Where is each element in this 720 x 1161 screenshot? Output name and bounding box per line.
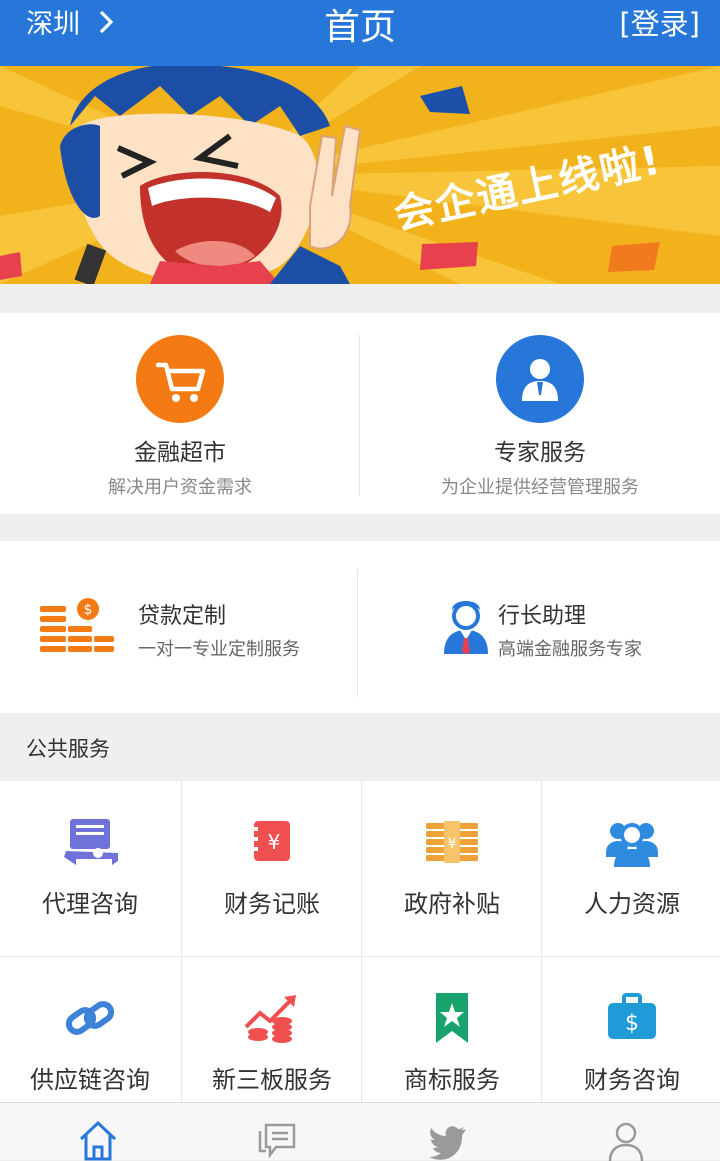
manager-icon — [444, 601, 488, 654]
expert-service-card[interactable]: 专家服务 为企业提供经营管理服务 — [360, 313, 720, 514]
grid-label: 财务咨询 — [584, 1066, 680, 1094]
svg-text:¥: ¥ — [268, 830, 281, 854]
shopping-cart-icon — [136, 335, 224, 423]
card-subtitle: 为企业提供经营管理服务 — [441, 477, 639, 498]
home-icon[interactable] — [78, 1119, 118, 1161]
message-icon[interactable] — [258, 1119, 298, 1161]
svg-text:$: $ — [84, 602, 93, 618]
money-stack-icon: $ — [40, 598, 114, 652]
top-bar: 深圳 首页 [登录] — [0, 0, 720, 66]
item-subtitle: 高端金融服务专家 — [498, 639, 642, 660]
feature-cards: 金融超市 解决用户资金需求 专家服务 为企业提供经营管理服务 — [0, 313, 720, 514]
section-title: 公共服务 — [26, 737, 110, 761]
money-bag-icon: $ — [608, 993, 656, 1039]
public-services-header: 公共服务 — [0, 713, 720, 781]
agent-consult-icon — [64, 819, 118, 865]
card-title: 金融超市 — [134, 440, 226, 466]
card-title: 专家服务 — [494, 440, 586, 466]
finance-market-card[interactable]: 金融超市 解决用户资金需求 — [0, 313, 360, 514]
item-subtitle: 一对一专业定制服务 — [138, 639, 300, 660]
grid-label: 代理咨询 — [42, 890, 138, 918]
subsidy-item[interactable]: ¥ 政府补贴 — [362, 781, 542, 957]
grid-label: 政府补贴 — [404, 890, 500, 918]
svg-text:¥: ¥ — [448, 836, 457, 852]
bird-icon[interactable] — [428, 1119, 468, 1161]
ledger-icon: ¥ — [254, 821, 290, 861]
hr-item[interactable]: 人力资源 — [542, 781, 720, 957]
finance-consult-item[interactable]: $ 财务咨询 — [542, 957, 720, 1102]
divider — [357, 569, 358, 697]
president-assistant-item[interactable]: 行长助理 高端金融服务专家 — [360, 541, 720, 713]
grid-label: 商标服务 — [404, 1066, 500, 1094]
user-icon[interactable] — [606, 1119, 646, 1161]
supply-chain-item[interactable]: 供应链咨询 — [0, 957, 182, 1102]
growth-chart-icon — [244, 995, 296, 1043]
neeq-item[interactable]: 新三板服务 — [182, 957, 362, 1102]
grid-label: 供应链咨询 — [30, 1066, 150, 1094]
page-title: 首页 — [323, 7, 396, 48]
grid-label: 新三板服务 — [212, 1066, 332, 1094]
service-row: $ 贷款定制 一对一专业定制服务 行长助理 高端金融服务专家 — [0, 541, 720, 713]
trademark-item[interactable]: 商标服务 — [362, 957, 542, 1102]
card-subtitle: 解决用户资金需求 — [108, 477, 252, 498]
grid-label: 人力资源 — [584, 890, 680, 918]
people-icon — [606, 823, 658, 867]
promo-banner[interactable]: 会企通上线啦! — [0, 66, 720, 284]
loan-custom-item[interactable]: $ 贷款定制 一对一专业定制服务 — [0, 541, 360, 713]
chain-link-icon — [65, 1001, 115, 1035]
bottom-tab-bar — [0, 1102, 720, 1161]
expert-person-icon — [496, 335, 584, 423]
agent-consult-item[interactable]: 代理咨询 — [0, 781, 182, 957]
svg-text:$: $ — [625, 1011, 639, 1036]
public-services-grid: 代理咨询 ¥ 财务记账 ¥ 政府补贴 人力资源 供应链咨询 新三板服务 商标服务… — [0, 781, 720, 1102]
bookmark-star-icon — [436, 993, 468, 1043]
item-title: 行长助理 — [498, 604, 587, 629]
item-title: 贷款定制 — [138, 604, 227, 629]
login-button[interactable]: [登录] — [619, 1, 700, 43]
grid-label: 财务记账 — [224, 890, 320, 918]
subsidy-icon: ¥ — [426, 821, 478, 863]
ledger-item[interactable]: ¥ 财务记账 — [182, 781, 362, 957]
